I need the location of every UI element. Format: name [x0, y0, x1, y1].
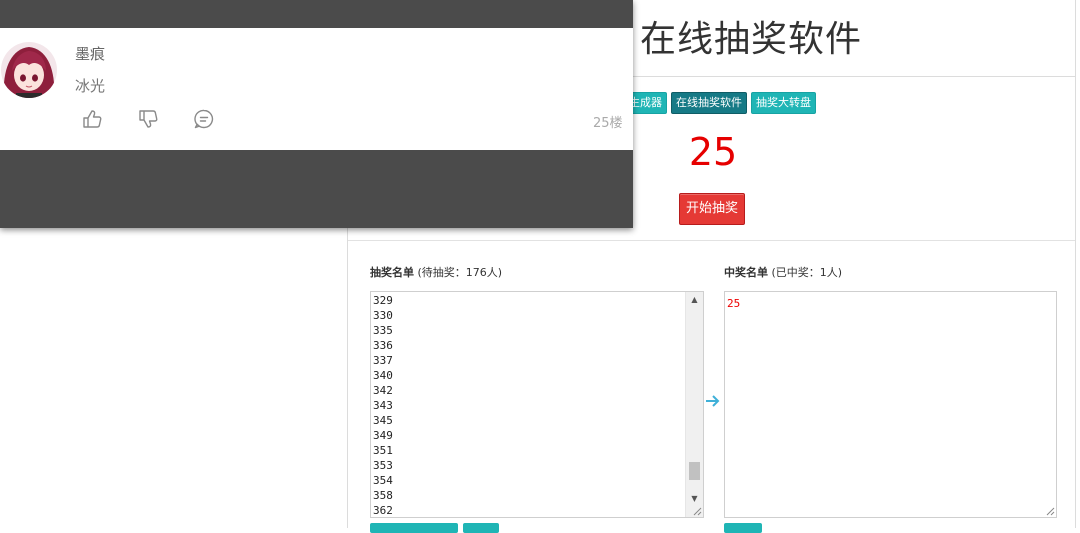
- winner-count: (已中奖：1人): [771, 266, 843, 279]
- comment-username[interactable]: 墨痕: [75, 43, 105, 64]
- comment-card: 墨痕 冰光 25楼: [0, 28, 633, 150]
- winner-list-label: 中奖名单: [724, 266, 768, 279]
- list-item: 354: [373, 474, 393, 487]
- thumbs-up-icon[interactable]: [81, 108, 103, 130]
- list-item: 345: [373, 414, 393, 427]
- tab-online-lottery[interactable]: 在线抽奖软件: [671, 92, 747, 114]
- pending-secondary-button[interactable]: [463, 523, 499, 533]
- arrow-right-icon: [706, 395, 720, 407]
- comment-text: 冰光: [75, 77, 106, 95]
- list-item: 329: [373, 294, 393, 307]
- winner-list-textarea[interactable]: 25: [724, 291, 1057, 518]
- list-item: 335: [373, 324, 393, 337]
- pending-list-textarea[interactable]: 329 330 335 336 337 340 342 343 345 349 …: [370, 291, 704, 518]
- winner-action-button[interactable]: [724, 523, 762, 533]
- page-title: 在线抽奖软件: [640, 19, 863, 60]
- tab-lottery-wheel[interactable]: 抽奖大转盘: [751, 92, 816, 114]
- pending-list-title: 抽奖名单 (待抽奖：176人): [370, 264, 502, 280]
- pending-list-label: 抽奖名单: [370, 266, 414, 279]
- list-item: 342: [373, 384, 393, 397]
- pending-list: 329 330 335 336 337 340 342 343 345 349 …: [373, 293, 683, 517]
- floor-number: 25楼: [593, 116, 623, 131]
- start-draw-button[interactable]: 开始抽奖: [679, 193, 745, 225]
- scroll-up-arrow-icon[interactable]: ▲: [686, 292, 703, 308]
- winner-list-title: 中奖名单 (已中奖：1人): [724, 264, 842, 280]
- reply-icon[interactable]: [193, 108, 215, 130]
- draw-result: 25: [688, 130, 738, 174]
- list-item: 358: [373, 489, 393, 502]
- winner-list: 25: [727, 296, 740, 311]
- scroll-down-arrow-icon[interactable]: ▼: [686, 491, 703, 507]
- avatar[interactable]: [0, 41, 58, 99]
- list-item: 336: [373, 339, 393, 352]
- scrollbar-thumb[interactable]: [689, 462, 700, 480]
- section-divider: [348, 240, 1075, 241]
- list-item: 25: [727, 297, 741, 310]
- thumbs-down-icon[interactable]: [137, 108, 159, 130]
- tool-tabs: 生成器 在线抽奖软件 抽奖大转盘: [624, 92, 816, 114]
- list-item: 337: [373, 354, 393, 367]
- list-item: 351: [373, 444, 393, 457]
- pending-count: (待抽奖：176人): [417, 266, 503, 279]
- list-item: 340: [373, 369, 393, 382]
- list-item: 353: [373, 459, 393, 472]
- list-item: 349: [373, 429, 393, 442]
- list-item: 343: [373, 399, 393, 412]
- resize-grip-icon[interactable]: [692, 506, 702, 516]
- list-item: 362: [373, 504, 393, 517]
- pending-action-button[interactable]: [370, 523, 458, 533]
- resize-grip-icon[interactable]: [1045, 506, 1055, 516]
- pending-scrollbar[interactable]: ▲ ▼: [685, 292, 703, 517]
- comment-overlay: 墨痕 冰光 25楼: [0, 0, 633, 228]
- list-item: 330: [373, 309, 393, 322]
